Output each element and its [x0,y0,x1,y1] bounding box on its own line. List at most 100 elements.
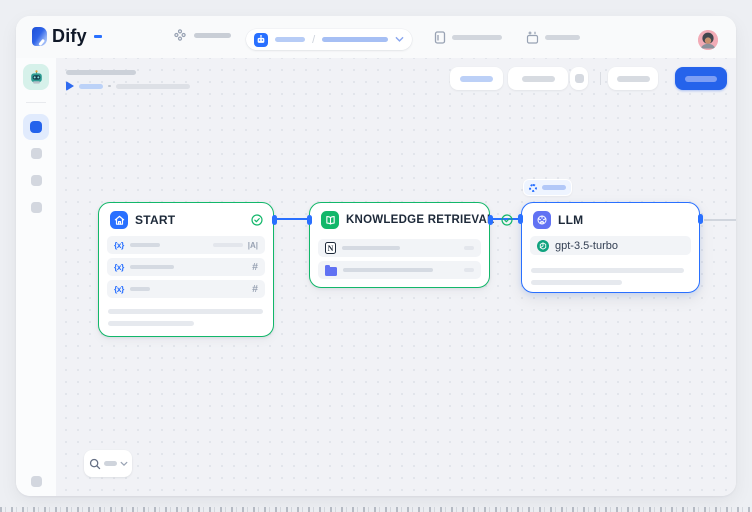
knowledge-node-header: KNOWLEDGE RETRIEVAL [310,203,489,236]
features-label-skeleton [460,76,493,82]
variable-value-skeleton [213,243,243,247]
book-icon [321,211,339,229]
top-header: Dify / [16,16,736,58]
history-label-skeleton [522,76,555,82]
grid-dots-icon [174,29,186,41]
start-node-title: START [135,213,175,227]
node-running-indicator [523,179,572,196]
sidebar-item-4[interactable] [31,202,42,213]
variable-name-skeleton [130,265,174,269]
variable-icon: {x} [114,240,124,250]
publish-label-skeleton [685,76,717,82]
string-type-icon: |A| [248,241,258,250]
source-meta-skeleton [464,268,474,272]
sidebar-app-bot-icon[interactable] [23,64,49,90]
sidebar-item-settings[interactable] [31,476,42,487]
model-name: gpt-3.5-turbo [555,240,618,252]
variable-name-skeleton [130,243,160,247]
start-variable-row[interactable]: {x} # [107,280,265,298]
variable-icon: {x} [114,262,124,272]
start-variable-row[interactable]: {x} # [107,258,265,276]
start-output-handle[interactable] [272,215,277,225]
user-avatar[interactable] [698,30,718,50]
spinner-icon [529,184,537,192]
more-icon [575,74,584,83]
llm-model-row[interactable]: gpt-3.5-turbo [530,236,691,255]
docs-icon [434,31,446,44]
brand-cursor [94,35,102,39]
notion-icon: N [325,242,336,254]
dot-separator [108,85,111,88]
description-skeleton [108,309,263,314]
llm-brain-icon [533,211,551,229]
openai-icon [537,240,549,252]
number-type-icon: # [252,283,258,295]
description-skeleton [531,268,684,273]
sidebar-item-2[interactable] [31,148,42,159]
folder-icon [325,267,337,276]
app-name-skeleton [275,37,305,42]
chevron-down-icon[interactable] [395,36,404,43]
brand-name: Dify [52,26,87,47]
zoom-control[interactable] [84,450,132,477]
workflow-icon [30,121,42,133]
edge-llm-outgoing[interactable] [704,219,736,221]
workspace-label-skeleton [194,33,231,38]
edge-start-to-knowledge[interactable] [275,218,309,220]
knowledge-source-row[interactable]: N [318,239,481,257]
variable-name-skeleton [130,287,150,291]
sidebar-item-3[interactable] [31,175,42,186]
node-knowledge-retrieval[interactable]: KNOWLEDGE RETRIEVAL N [309,202,490,288]
search-icon [89,458,101,470]
source-name-skeleton [342,246,400,250]
run-button[interactable] [608,67,658,90]
run-label-skeleton [79,84,103,89]
source-meta-skeleton [464,246,474,250]
node-llm[interactable]: LLM gpt-3.5-turbo [521,202,700,293]
start-node-header: START [99,203,273,236]
llm-input-handle[interactable] [518,214,523,224]
check-circle-icon [251,214,263,226]
dify-logo-icon [32,27,47,46]
features-button[interactable] [450,67,503,90]
description-skeleton [108,321,194,326]
toolbar-divider [600,72,601,85]
plugins-menu[interactable] [526,31,580,44]
knowledge-output-handle[interactable] [488,215,493,225]
bottom-noise-artifact [0,507,752,512]
workflow-canvas[interactable]: START {x} |A| {x} [56,58,736,496]
node-start[interactable]: START {x} |A| {x} [98,202,274,337]
running-label-skeleton [542,185,566,190]
docs-menu[interactable] [434,31,502,44]
knowledge-input-handle[interactable] [307,215,312,225]
number-type-icon: # [252,261,258,273]
plugins-label-skeleton [545,35,580,40]
docs-label-skeleton [452,35,502,40]
app-switcher[interactable]: / [246,29,412,50]
run-status-row [66,81,190,91]
play-icon[interactable] [66,81,74,91]
llm-output-handle[interactable] [698,214,703,224]
start-variable-row[interactable]: {x} |A| [107,236,265,254]
zoom-value-skeleton [104,461,117,466]
llm-node-title: LLM [558,213,583,227]
llm-node-header: LLM [522,203,699,236]
workflow-title-skeleton [66,70,136,75]
app-window: Dify / [16,16,736,496]
source-name-skeleton [343,268,433,272]
publish-button[interactable] [675,67,727,90]
description-skeleton [531,280,622,285]
home-icon [110,211,128,229]
sidebar-divider [26,102,46,103]
dify-logo[interactable]: Dify [32,26,102,47]
workspace-nav[interactable] [174,29,231,41]
run-history-button[interactable] [508,67,568,90]
knowledge-source-row[interactable] [318,261,481,279]
run-time-skeleton [116,84,190,89]
more-options-button[interactable] [570,67,588,90]
sidebar-item-workflow-active[interactable] [23,114,49,140]
run-button-label-skeleton [617,76,650,82]
knowledge-node-title: KNOWLEDGE RETRIEVAL [346,214,494,226]
breadcrumb-separator: / [312,34,315,46]
workflow-name-skeleton [322,37,388,42]
